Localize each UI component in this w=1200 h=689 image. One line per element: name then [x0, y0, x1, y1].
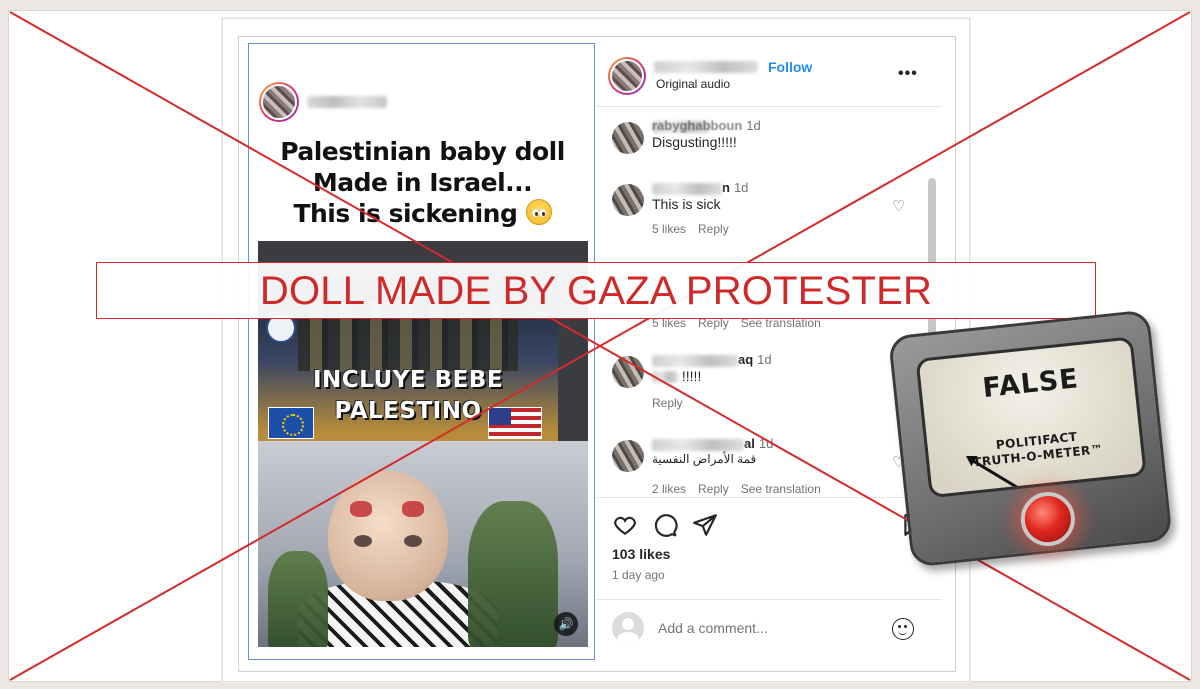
post-actions: 103 likes 1 day ago	[596, 497, 942, 583]
comment-icon[interactable]	[652, 512, 678, 538]
post-timestamp: 1 day ago	[612, 568, 665, 582]
heart-icon[interactable]: ♡	[892, 199, 908, 214]
pleading-face-icon	[525, 199, 552, 225]
comment-text-blurred	[652, 371, 678, 384]
author-name-blurred	[307, 96, 387, 108]
eu-flag-icon	[268, 407, 314, 439]
follow-button[interactable]: Follow	[768, 59, 812, 75]
comment-text: !!!!!	[681, 368, 702, 384]
commenter-name[interactable]: rabyghabboun	[652, 118, 742, 133]
see-translation-link[interactable]: See translation	[741, 482, 821, 496]
reply-button[interactable]: Reply	[652, 396, 683, 410]
commenter-avatar[interactable]	[612, 184, 644, 216]
headline-line-2: Made in Israel...	[312, 168, 533, 197]
original-audio-link[interactable]: Original audio	[656, 77, 730, 91]
commenter-avatar[interactable]	[612, 356, 644, 388]
meter-rating: FALSE	[981, 363, 1081, 405]
author-avatar[interactable]	[259, 82, 299, 122]
commenter-name[interactable]: n	[722, 180, 730, 195]
share-icon[interactable]	[692, 512, 718, 538]
add-comment-input[interactable]	[658, 620, 858, 636]
commenter-name-blurred[interactable]	[652, 182, 722, 195]
toy-soldiers	[468, 501, 558, 647]
commenter-name-blurred[interactable]	[652, 354, 738, 367]
comment-likes[interactable]: 5 likes	[652, 222, 686, 236]
commenter-name[interactable]: aq	[738, 352, 753, 367]
comment-likes[interactable]: 2 likes	[652, 482, 686, 496]
media-author	[259, 82, 387, 122]
comment-text: This is sick	[652, 196, 721, 212]
likes-count[interactable]: 103 likes	[612, 546, 670, 562]
add-comment-bar	[596, 599, 942, 655]
post-media: Palestinian baby doll Made in Israel... …	[248, 43, 595, 660]
commenter-name-blurred[interactable]	[652, 438, 744, 451]
red-lamp-icon	[1018, 489, 1078, 549]
post-header: Follow Original audio •••	[596, 43, 942, 107]
headline-line-1: Palestinian baby doll	[280, 137, 565, 166]
toy-soldiers	[268, 551, 328, 647]
reply-button[interactable]: Reply	[698, 482, 729, 496]
current-user-avatar	[612, 612, 644, 644]
commenter-avatar[interactable]	[612, 440, 644, 472]
comment-text: قمة الأمراض النفسية	[652, 452, 757, 466]
box-text-line-1: INCLUYE BEBE	[312, 367, 504, 393]
correction-banner: DOLL MADE BY GAZA PROTESTER	[96, 262, 1096, 319]
poster-username-blurred[interactable]	[654, 61, 758, 73]
emoji-icon[interactable]	[892, 618, 914, 640]
comment-time: 1d	[733, 180, 749, 195]
doll-head	[328, 471, 448, 601]
more-options-icon[interactable]: •••	[898, 65, 918, 83]
commenter-name[interactable]: al	[744, 436, 755, 451]
comment-text: Disgusting!!!!!	[652, 134, 737, 150]
video-headline: Palestinian baby doll Made in Israel... …	[249, 136, 594, 229]
us-flag-icon	[488, 407, 542, 439]
comment-time: 1d	[757, 352, 772, 367]
meter-face: FALSE POLITIFACT TRUTH-O-METER™	[915, 336, 1147, 499]
meter-brand: POLITIFACT TRUTH-O-METER™	[927, 422, 1146, 475]
truth-o-meter: FALSE POLITIFACT TRUTH-O-METER™	[887, 309, 1182, 581]
heart-icon[interactable]	[612, 512, 638, 538]
comment-time: 1d	[758, 436, 774, 451]
commenter-avatar[interactable]	[612, 122, 644, 154]
comment-time: 1d	[746, 118, 761, 133]
headline-line-3: This is sickening	[293, 199, 518, 228]
speaker-icon[interactable]: 🔊	[554, 612, 578, 636]
meter-body: FALSE POLITIFACT TRUTH-O-METER™	[887, 309, 1173, 568]
poster-avatar[interactable]	[608, 57, 646, 95]
reply-button[interactable]: Reply	[698, 222, 729, 236]
